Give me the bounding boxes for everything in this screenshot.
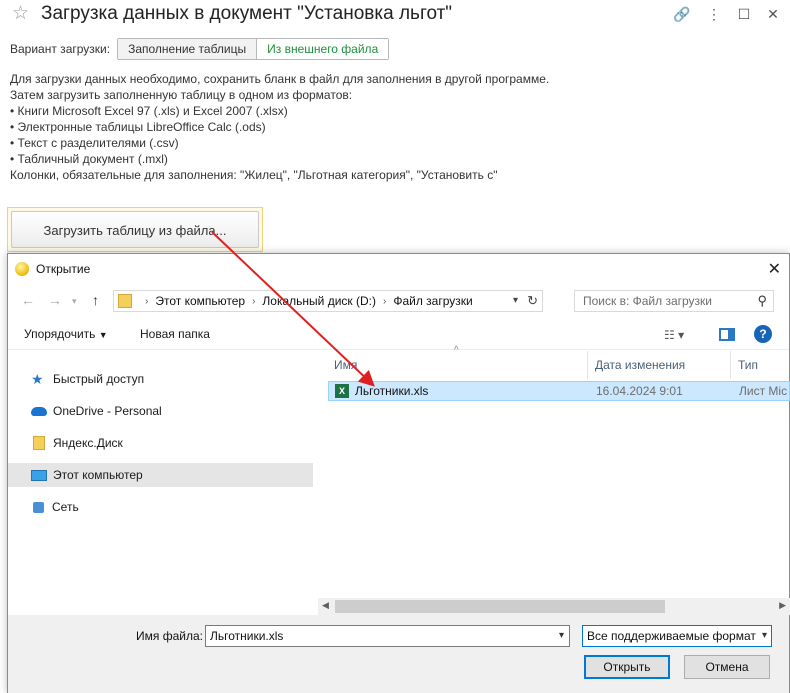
file-list: ^ Имя Дата изменения Тип X Льготники.xls… xyxy=(318,345,790,607)
file-name: Льготники.xls xyxy=(355,384,429,398)
column-header-name[interactable]: Имя xyxy=(328,351,588,379)
load-mode-switch: Заполнение таблицы Из внешнего файла xyxy=(117,38,390,60)
dialog-close-icon[interactable]: ✕ xyxy=(768,259,781,279)
star-icon: ★ xyxy=(31,371,44,387)
nav-item-label: Яндекс.Диск xyxy=(53,436,123,450)
scroll-right-icon[interactable]: ▶ xyxy=(779,600,786,611)
scrollbar-thumb[interactable] xyxy=(335,600,665,613)
scroll-left-icon[interactable]: ◀ xyxy=(322,600,329,611)
chevron-down-icon[interactable]: ▾ xyxy=(559,626,564,646)
search-placeholder: Поиск в: Файл загрузки xyxy=(583,294,713,308)
nav-item-this-pc[interactable]: Этот компьютер xyxy=(8,463,313,487)
chevron-down-icon: ▾ xyxy=(759,626,767,646)
chevron-right-icon[interactable]: › xyxy=(252,296,255,307)
mode-external-file-button[interactable]: Из внешнего файла xyxy=(256,39,389,59)
more-icon[interactable]: ⋮ xyxy=(704,4,724,24)
app-logo-icon xyxy=(15,262,29,276)
load-mode-label: Вариант загрузки: xyxy=(10,42,111,56)
dialog-title: Открытие xyxy=(36,262,91,276)
navigation-bar: ← → ▾ ↑ › Этот компьютер › Локальный дис… xyxy=(8,288,789,314)
load-table-from-file-button[interactable]: Загрузить таблицу из файла... xyxy=(11,211,259,248)
computer-icon xyxy=(31,469,47,481)
load-mode-row: Вариант загрузки: Заполнение таблицы Из … xyxy=(10,38,390,60)
preview-pane-icon[interactable] xyxy=(719,328,735,341)
horizontal-scrollbar[interactable]: ◀ ▶ xyxy=(318,598,790,615)
navigation-pane: ★ Быстрый доступ OneDrive - Personal Янд… xyxy=(8,351,315,607)
nav-item-label: Быстрый доступ xyxy=(53,372,145,386)
info-line: • Электронные таблицы LibreOffice Calc (… xyxy=(10,120,266,134)
load-button-frame: Загрузить таблицу из файла... xyxy=(7,207,263,252)
organize-menu[interactable]: Упорядочить ▼ xyxy=(24,327,108,341)
organize-label: Упорядочить xyxy=(24,327,96,341)
filetype-value: Все поддерживаемые формат xyxy=(587,629,756,643)
nav-item-label: Сеть xyxy=(52,500,79,514)
file-date: 16.04.2024 9:01 xyxy=(596,384,683,398)
filetype-select[interactable]: Все поддерживаемые формат ▾ xyxy=(582,625,772,647)
nav-item-network[interactable]: Сеть xyxy=(8,495,313,519)
help-icon[interactable]: ? xyxy=(754,325,772,343)
nav-item-yandex-disk[interactable]: Яндекс.Диск xyxy=(8,431,313,455)
column-header-date[interactable]: Дата изменения xyxy=(589,351,731,379)
info-line: Затем загрузить заполненную таблицу в од… xyxy=(10,88,353,102)
search-input[interactable]: Поиск в: Файл загрузки ⚲ xyxy=(574,290,774,312)
nav-item-label: OneDrive - Personal xyxy=(53,404,162,418)
close-icon[interactable]: ✕ xyxy=(763,4,783,24)
open-file-dialog: Открытие ✕ ← → ▾ ↑ › Этот компьютер › Ло… xyxy=(7,253,790,693)
back-arrow-icon[interactable]: ← xyxy=(21,292,35,308)
dialog-titlebar: Открытие ✕ xyxy=(8,254,789,284)
info-line: Колонки, обязательные для заполнения: "Ж… xyxy=(10,168,498,182)
info-line: Для загрузки данных необходимо, сохранит… xyxy=(10,72,550,86)
info-line: • Книги Microsoft Excel 97 (.xls) и Exce… xyxy=(10,104,288,118)
favorite-star-icon[interactable]: ☆ xyxy=(12,4,29,24)
folder-icon xyxy=(118,294,132,308)
info-line: • Текст с разделителями (.csv) xyxy=(10,136,179,150)
mode-fill-table-button[interactable]: Заполнение таблицы xyxy=(118,39,257,59)
instructions-text: Для загрузки данных необходимо, сохранит… xyxy=(10,71,710,183)
view-options-icon[interactable]: ☷ ▾ xyxy=(664,328,684,342)
info-line: • Табличный документ (.mxl) xyxy=(10,152,168,166)
filename-value: Льготники.xls xyxy=(210,629,284,643)
excel-file-icon: X xyxy=(335,384,349,398)
recent-dropdown-icon[interactable]: ▾ xyxy=(72,296,77,307)
filename-input[interactable]: Льготники.xls ▾ xyxy=(205,625,570,647)
folder-icon xyxy=(33,436,45,450)
chevron-right-icon[interactable]: › xyxy=(383,296,386,307)
dialog-footer: Имя файла: Льготники.xls ▾ Все поддержив… xyxy=(8,615,789,693)
nav-item-label: Этот компьютер xyxy=(53,468,143,482)
file-row[interactable]: X Льготники.xls 16.04.2024 9:01 Лист Mic xyxy=(328,381,790,401)
breadcrumb-local-disk[interactable]: Локальный диск (D:) xyxy=(262,294,376,308)
chevron-down-icon: ▼ xyxy=(98,330,108,340)
network-icon xyxy=(33,501,44,513)
link-icon[interactable]: 🔗 xyxy=(672,4,692,24)
file-type: Лист Mic xyxy=(739,384,788,398)
breadcrumb-upload-folder[interactable]: Файл загрузки xyxy=(393,294,472,308)
open-button[interactable]: Открыть xyxy=(584,655,670,679)
address-bar[interactable]: › Этот компьютер › Локальный диск (D:) ›… xyxy=(113,290,543,312)
form-titlebar: ☆ Загрузка данных в документ "Установка … xyxy=(0,0,790,30)
nav-item-onedrive[interactable]: OneDrive - Personal xyxy=(8,399,313,423)
column-header-type[interactable]: Тип xyxy=(732,351,790,379)
cloud-icon xyxy=(31,406,47,416)
chevron-right-icon[interactable]: › xyxy=(145,296,148,307)
search-icon[interactable]: ⚲ xyxy=(757,291,767,311)
new-folder-button[interactable]: Новая папка xyxy=(140,327,210,341)
forward-arrow-icon[interactable]: → xyxy=(48,292,62,308)
breadcrumb-this-pc[interactable]: Этот компьютер xyxy=(155,294,245,308)
nav-item-quick-access[interactable]: ★ Быстрый доступ xyxy=(8,367,313,391)
filename-label: Имя файла: xyxy=(136,629,203,643)
refresh-icon[interactable]: ↻ xyxy=(527,293,538,309)
command-bar: Упорядочить ▼ Новая папка ☷ ▾ ? xyxy=(8,320,789,350)
maximize-icon[interactable]: ☐ xyxy=(734,4,754,24)
up-arrow-icon[interactable]: ↑ xyxy=(92,292,99,308)
form-title: Загрузка данных в документ "Установка ль… xyxy=(41,3,453,24)
cancel-button[interactable]: Отмена xyxy=(684,655,770,679)
chevron-down-icon[interactable]: ▾ xyxy=(513,295,518,306)
